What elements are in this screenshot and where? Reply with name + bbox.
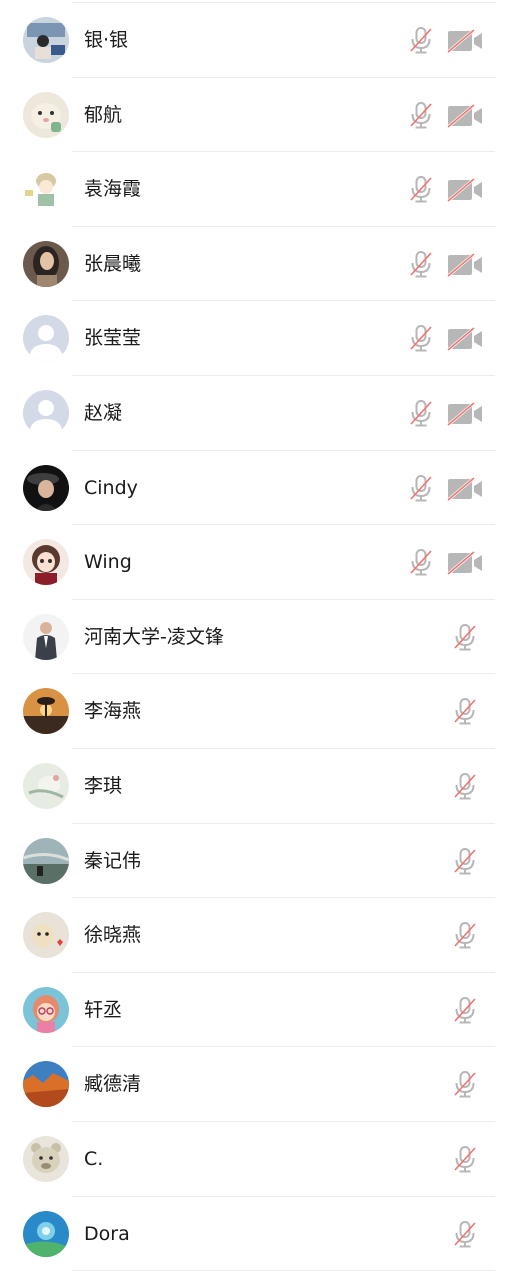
avatar (23, 613, 69, 660)
mic-muted-icon (406, 547, 436, 577)
camera-off-icon (446, 29, 484, 53)
avatar (23, 240, 69, 287)
mic-muted-icon (450, 846, 480, 876)
camera-off-icon (446, 476, 484, 501)
participant-row[interactable]: 轩丞 (0, 973, 509, 1048)
participant-name: 徐晓燕 (84, 924, 142, 947)
mic-muted-icon (450, 995, 480, 1025)
avatar (23, 91, 69, 138)
participant-row[interactable]: Cindy (0, 451, 509, 526)
participant-row[interactable]: 张晨曦 (0, 227, 509, 302)
camera-off-icon (446, 327, 484, 352)
participant-name: 臧德清 (84, 1073, 142, 1096)
avatar (23, 315, 69, 362)
avatar (23, 1210, 69, 1257)
avatar (23, 762, 69, 809)
participant-row[interactable]: 赵凝 (0, 376, 509, 451)
participant-row[interactable]: 臧德清 (0, 1047, 509, 1122)
avatar (23, 389, 69, 436)
mic-muted-icon (450, 1069, 480, 1099)
participant-name: 银·银 (84, 29, 129, 51)
participant-row[interactable]: 袁海霞 (0, 152, 509, 227)
avatar (23, 912, 69, 959)
camera-off-icon (446, 551, 484, 576)
participant-name: C. (84, 1147, 104, 1170)
participant-row[interactable]: 银·银 (0, 3, 509, 78)
avatar (23, 1061, 69, 1108)
participant-name: 秦记伟 (84, 849, 142, 872)
mic-muted-icon (406, 473, 436, 503)
avatar (23, 539, 69, 586)
mic-muted-icon (406, 25, 436, 55)
participant-name: Cindy (84, 476, 138, 499)
participant-row[interactable]: Wing (0, 525, 509, 600)
participant-row[interactable]: 河南大学-凌文锋 (0, 600, 509, 675)
participant-name: 郁航 (84, 103, 123, 126)
participant-name: Wing (84, 551, 132, 574)
participant-name: 轩丞 (84, 998, 123, 1021)
participant-name: 河南大学-凌文锋 (84, 625, 224, 648)
participant-name: 张莹莹 (84, 327, 142, 350)
participant-row[interactable]: 郁航 (0, 78, 509, 153)
mic-muted-icon (406, 323, 436, 353)
avatar (23, 986, 69, 1033)
participant-name: 张晨曦 (84, 252, 142, 275)
mic-muted-icon (450, 1144, 480, 1174)
participant-name: 李海燕 (84, 700, 142, 723)
mic-muted-icon (406, 398, 436, 428)
avatar (23, 1135, 69, 1182)
mic-muted-icon (406, 174, 436, 204)
mic-muted-icon (450, 771, 480, 801)
avatar (23, 166, 69, 213)
participant-row[interactable]: 张莹莹 (0, 301, 509, 376)
mic-muted-icon (450, 622, 480, 652)
camera-off-icon (446, 252, 484, 277)
participant-row[interactable]: 徐晓燕 (0, 898, 509, 973)
avatar (23, 17, 69, 63)
mic-muted-icon (450, 696, 480, 726)
mic-muted-icon (450, 920, 480, 950)
mic-muted-icon (406, 100, 436, 130)
camera-off-icon (446, 103, 484, 128)
avatar (23, 464, 69, 511)
participant-name: 赵凝 (84, 401, 123, 424)
avatar (23, 837, 69, 884)
participant-row[interactable]: Dora (0, 1197, 509, 1272)
participant-list: 银·银郁航袁海霞张晨曦张莹莹赵凝 Cindy Wing 河南大学-凌文锋 李海燕李琪秦记… (0, 3, 509, 1271)
participant-name: 李琪 (84, 774, 123, 797)
avatar (23, 688, 69, 735)
camera-off-icon (446, 401, 484, 426)
participant-name: 袁海霞 (84, 178, 142, 201)
mic-muted-icon (406, 249, 436, 279)
participant-name: Dora (84, 1222, 130, 1245)
camera-off-icon (446, 178, 484, 203)
participant-row[interactable]: C. (0, 1122, 509, 1197)
participant-row[interactable]: 李海燕 (0, 674, 509, 749)
participant-row[interactable]: 秦记伟 (0, 824, 509, 899)
participant-row[interactable]: 李琪 (0, 749, 509, 824)
mic-muted-icon (450, 1219, 480, 1249)
